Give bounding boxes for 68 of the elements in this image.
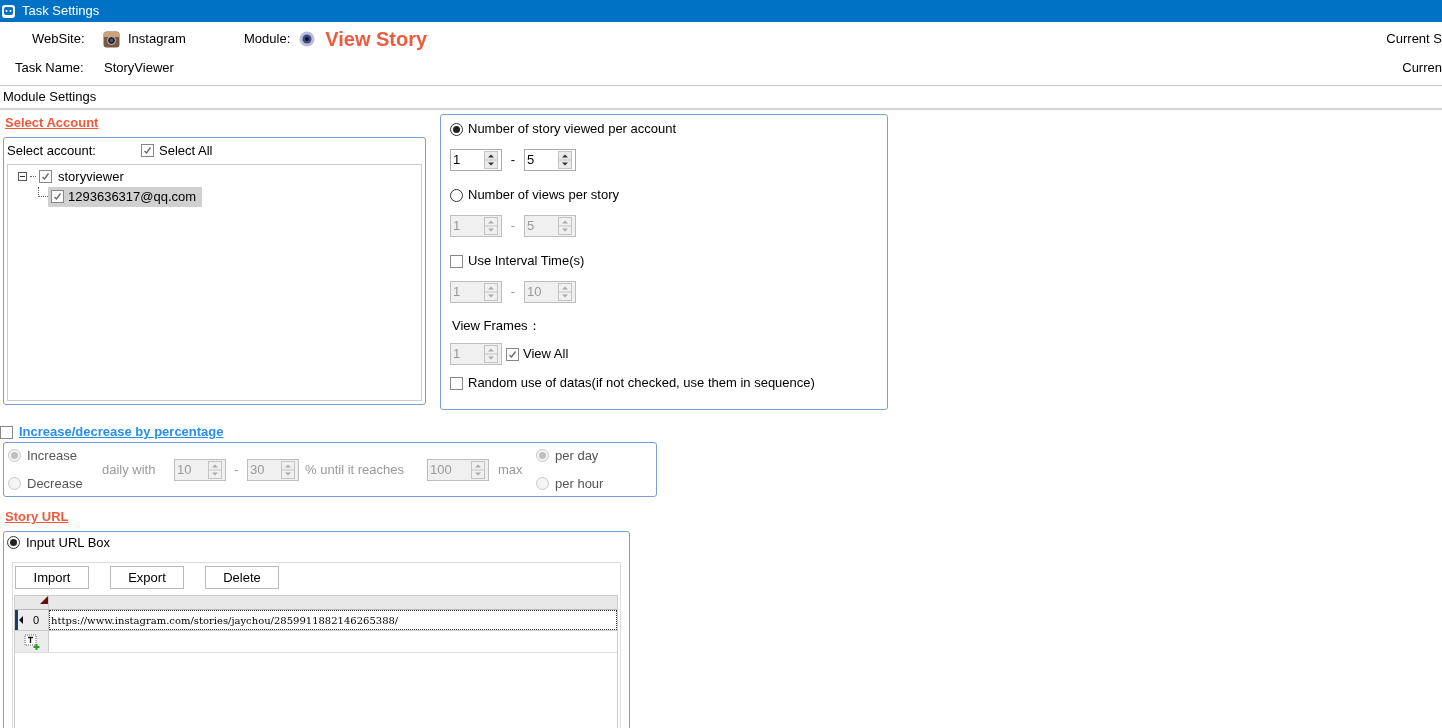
- corner-triangle-icon: [40, 596, 48, 604]
- period-label: per hour: [555, 474, 604, 493]
- website-label: WebSite:: [32, 30, 86, 49]
- source-label: Input URL Box: [26, 533, 111, 552]
- checkmark-icon: [41, 172, 50, 181]
- status-label: Curren: [1402, 59, 1442, 78]
- daily-with-label: daily with: [102, 460, 157, 479]
- checkmark-icon: [143, 146, 152, 155]
- row-pointer-icon: [19, 616, 23, 624]
- task-name-value: StoryViewer: [104, 59, 174, 78]
- checkbox[interactable]: [450, 254, 463, 268]
- add-text-row-icon[interactable]: [23, 633, 40, 650]
- direction-label: Increase: [27, 447, 77, 465]
- checkmark-icon: [53, 192, 62, 201]
- section-heading-link[interactable]: Select Account: [5, 113, 99, 133]
- period-label: per day: [555, 447, 599, 465]
- checkmark-icon: [508, 349, 517, 359]
- checkbox[interactable]: [0, 425, 13, 439]
- checkbox[interactable]: [51, 190, 64, 203]
- option-label: Number of story viewed per account: [468, 120, 677, 139]
- option-label: Random use of datas(if not checked, use them in sequence): [468, 374, 815, 393]
- number-spinbox[interactable]: 10: [174, 458, 226, 481]
- option-label: Number of views per story: [468, 186, 619, 205]
- tree-item[interactable]: storyviewer: [55, 166, 127, 187]
- select-all-label: Select All: [159, 141, 213, 160]
- percentage-toggle-link[interactable]: Increase/decrease by percentage: [19, 422, 224, 442]
- select-account-label: Select account:: [7, 141, 97, 160]
- spin-arrows-icon[interactable]: [484, 151, 498, 169]
- section-header: Module Settings: [0, 86, 1442, 110]
- checkbox[interactable]: [450, 376, 463, 390]
- range-dash: -: [509, 283, 517, 302]
- toolbar-button[interactable]: Delete: [205, 566, 279, 589]
- collapse-toggle-icon[interactable]: [18, 172, 27, 181]
- account-email: 1293636317@qq.com: [68, 187, 197, 206]
- number-spinbox[interactable]: 30: [247, 458, 299, 481]
- max-label: max: [498, 460, 524, 479]
- eye-icon: [299, 31, 316, 47]
- radio-button[interactable]: [7, 535, 20, 549]
- toolbar-button[interactable]: Import: [15, 566, 89, 589]
- radio-button[interactable]: [450, 122, 463, 136]
- range-dash: -: [509, 217, 517, 236]
- section-heading-link[interactable]: Story URL: [5, 507, 69, 527]
- view-frames-label: View Frames：: [452, 317, 541, 335]
- number-spinbox[interactable]: 5: [524, 149, 576, 171]
- row-index: 0: [33, 612, 40, 628]
- range-dash: -: [233, 460, 240, 479]
- option-label: View All: [523, 345, 569, 364]
- direction-label: Decrease: [27, 474, 83, 493]
- tree-item[interactable]: 1293636317@qq.com: [48, 186, 203, 207]
- checkbox[interactable]: [141, 144, 154, 157]
- checkbox[interactable]: [39, 170, 52, 183]
- module-label: Module:: [244, 30, 291, 49]
- spin-arrows-icon[interactable]: [558, 151, 572, 169]
- url-cell[interactable]: https://www.instagram.com/stories/jaychou/2859911882146265388/: [49, 610, 617, 630]
- number-spinbox[interactable]: 1: [450, 149, 502, 171]
- camera-icon: [103, 30, 120, 48]
- row-header[interactable]: 0: [15, 610, 49, 630]
- radio-button[interactable]: [450, 188, 463, 202]
- website-name: Instagram: [128, 30, 187, 49]
- until-label: % until it reaches: [305, 460, 405, 479]
- option-label: Use Interval Time(s): [468, 252, 585, 271]
- task-name-label: Task Name:: [15, 59, 85, 78]
- status-label: Current S: [1386, 30, 1442, 49]
- window-title: Task Settings: [22, 2, 100, 21]
- toolbar-button[interactable]: Export: [110, 566, 184, 589]
- number-spinbox[interactable]: 100: [427, 458, 489, 481]
- module-name: View Story: [325, 27, 428, 52]
- range-dash: -: [509, 151, 517, 170]
